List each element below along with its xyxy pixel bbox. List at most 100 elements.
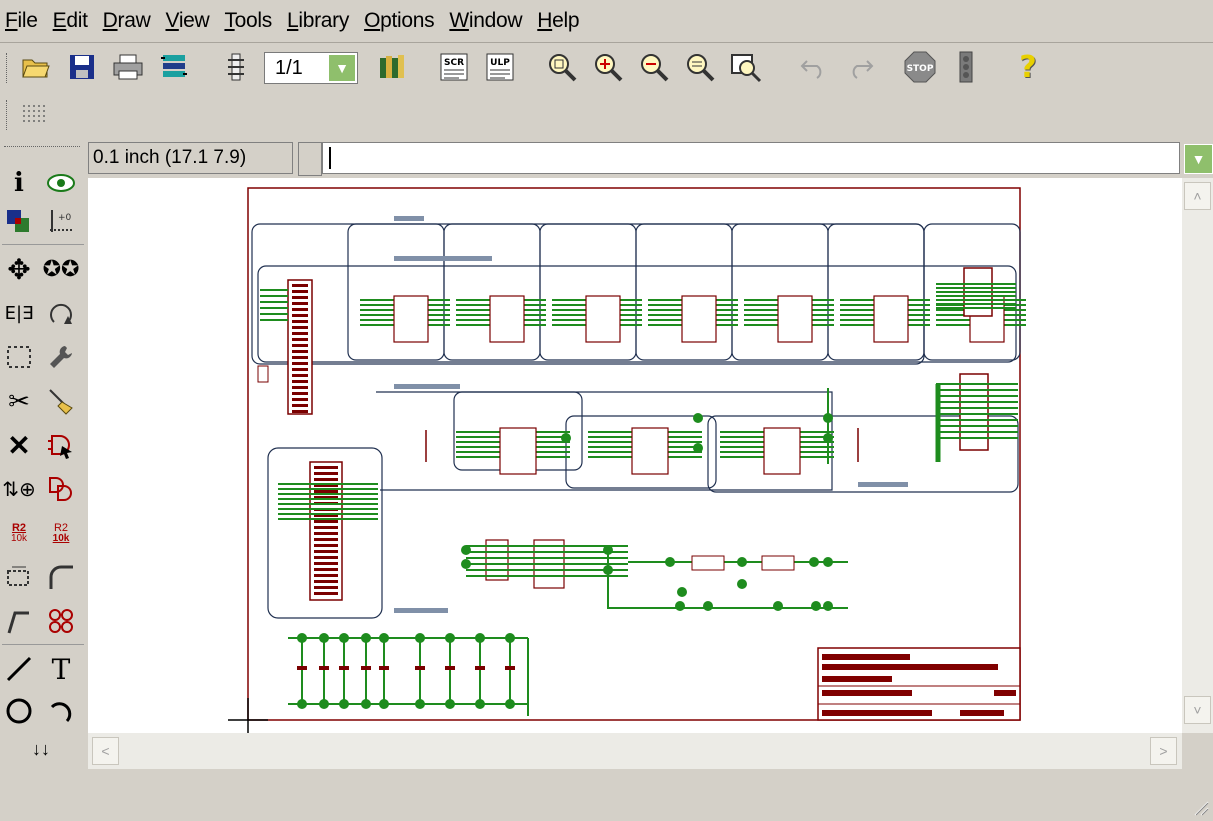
sheet-select[interactable]: 1/1 ▼	[264, 52, 358, 84]
zoom-in-button[interactable]	[590, 49, 626, 85]
delete-button[interactable]: ✕	[0, 426, 38, 464]
zoom-out-button[interactable]	[636, 49, 672, 85]
pinswap-button[interactable]: ⇅⊕	[0, 470, 38, 508]
connector-pin	[314, 478, 338, 481]
junction-dot	[665, 557, 675, 567]
more-tools-button[interactable]: ↓↓	[22, 730, 60, 768]
junction-dot	[603, 545, 613, 555]
menu-item-view[interactable]: View	[160, 9, 219, 33]
connector-pin	[292, 386, 308, 389]
connector-pin	[292, 344, 308, 347]
change-button[interactable]	[42, 338, 80, 376]
invoke-button[interactable]	[42, 602, 80, 640]
menu-label-rest: elp	[552, 9, 580, 32]
ic-symbol	[763, 427, 801, 475]
zoom-fit-button[interactable]	[544, 49, 580, 85]
vertical-scrollbar[interactable]: ˄ ˅	[1182, 178, 1213, 733]
capacitor-symbol	[475, 666, 485, 670]
menu-accelerator: F	[5, 9, 18, 32]
zoom-select-button[interactable]	[728, 49, 764, 85]
menu-item-file[interactable]: File	[0, 9, 48, 33]
scroll-corner	[1182, 733, 1213, 769]
go-button[interactable]	[948, 49, 984, 85]
chevron-up-icon: ˄	[1193, 188, 1202, 204]
ic-symbol	[777, 295, 813, 343]
scroll-up-button[interactable]: ˄	[1184, 182, 1211, 210]
toolbar-grip[interactable]	[6, 53, 10, 83]
split-button[interactable]	[0, 602, 38, 640]
connector-pin	[292, 290, 308, 293]
connector-pin	[314, 568, 338, 571]
scroll-left-button[interactable]: ˂	[92, 737, 119, 765]
menu-item-library[interactable]: Library	[282, 9, 359, 33]
copy-button[interactable]: ✪✪	[42, 250, 80, 288]
toolbar-grip[interactable]	[6, 100, 10, 130]
schematic-canvas[interactable]	[88, 178, 1182, 733]
display-button[interactable]	[0, 202, 38, 240]
connector-pin	[292, 332, 308, 335]
switch-board-button[interactable]	[218, 49, 254, 85]
rotate-button[interactable]	[42, 294, 80, 332]
mark-button[interactable]: +0	[42, 202, 80, 240]
chevron-left-icon: ˂	[101, 743, 110, 759]
print-button[interactable]	[110, 49, 146, 85]
cut-button[interactable]: ✂	[0, 382, 38, 420]
redo-button[interactable]	[842, 49, 878, 85]
svg-text:+0: +0	[58, 213, 72, 223]
junction-dot	[415, 699, 425, 709]
coordinate-toggle-button[interactable]	[298, 142, 322, 176]
horizontal-scrollbar[interactable]: ˂ ˃	[88, 733, 1182, 769]
menu-item-draw[interactable]: Draw	[98, 9, 161, 33]
help-button[interactable]: ?	[1010, 49, 1046, 85]
grid-button[interactable]	[16, 96, 52, 132]
script-button[interactable]: SCR	[436, 49, 472, 85]
gateswap-button[interactable]	[42, 470, 80, 508]
menu-accelerator: W	[449, 9, 469, 32]
save-button[interactable]	[64, 49, 100, 85]
menu-item-help[interactable]: Help	[532, 9, 589, 33]
redraw-button[interactable]	[682, 49, 718, 85]
open-folder-button[interactable]	[18, 49, 54, 85]
undo-button[interactable]	[796, 49, 832, 85]
menu-item-edit[interactable]: Edit	[48, 9, 98, 33]
command-input[interactable]	[322, 142, 1180, 174]
text-button[interactable]: T	[42, 650, 80, 688]
scroll-right-button[interactable]: ˃	[1150, 737, 1177, 765]
arc-button[interactable]	[42, 692, 80, 730]
name-button[interactable]: R2 10k	[0, 514, 38, 552]
stop-button[interactable]: STOP	[902, 49, 938, 85]
junction-dot	[319, 633, 329, 643]
magnifier-icon	[549, 54, 577, 82]
smash-button[interactable]	[0, 558, 38, 596]
connector-pin	[292, 314, 308, 317]
resize-grip-icon[interactable]	[1189, 796, 1209, 816]
circle-button[interactable]	[0, 692, 38, 730]
toolbar-grip[interactable]	[4, 146, 80, 147]
copy-figures-icon: ✪✪	[42, 256, 80, 281]
wire-button[interactable]	[0, 650, 38, 688]
junction-dot	[737, 579, 747, 589]
miter-button[interactable]	[42, 558, 80, 596]
add-button[interactable]	[42, 426, 80, 464]
mirror-button[interactable]: E|∃	[0, 294, 38, 332]
command-history-dropdown[interactable]: ▼	[1184, 144, 1213, 174]
junction-dot	[475, 633, 485, 643]
show-button[interactable]	[42, 164, 80, 202]
menu-item-tools[interactable]: Tools	[219, 9, 282, 33]
junction-dot	[823, 601, 833, 611]
group-button[interactable]	[0, 338, 38, 376]
menu-item-window[interactable]: Window	[444, 9, 532, 33]
run-ulp-button[interactable]: ULP	[482, 49, 518, 85]
value-button[interactable]: R2 10k	[42, 514, 80, 552]
use-library-button[interactable]	[374, 49, 410, 85]
cam-processor-button[interactable]	[156, 49, 192, 85]
capacitor-symbol	[415, 666, 425, 670]
info-button[interactable]: i	[0, 164, 38, 202]
scroll-down-button[interactable]: ˅	[1184, 696, 1211, 724]
move-button[interactable]: ✥	[0, 250, 38, 288]
component-icon	[228, 53, 244, 81]
menu-item-options[interactable]: Options	[359, 9, 444, 33]
chevron-down-icon[interactable]: ▼	[328, 54, 356, 82]
paste-button[interactable]	[42, 382, 80, 420]
connector-pin	[314, 520, 338, 523]
